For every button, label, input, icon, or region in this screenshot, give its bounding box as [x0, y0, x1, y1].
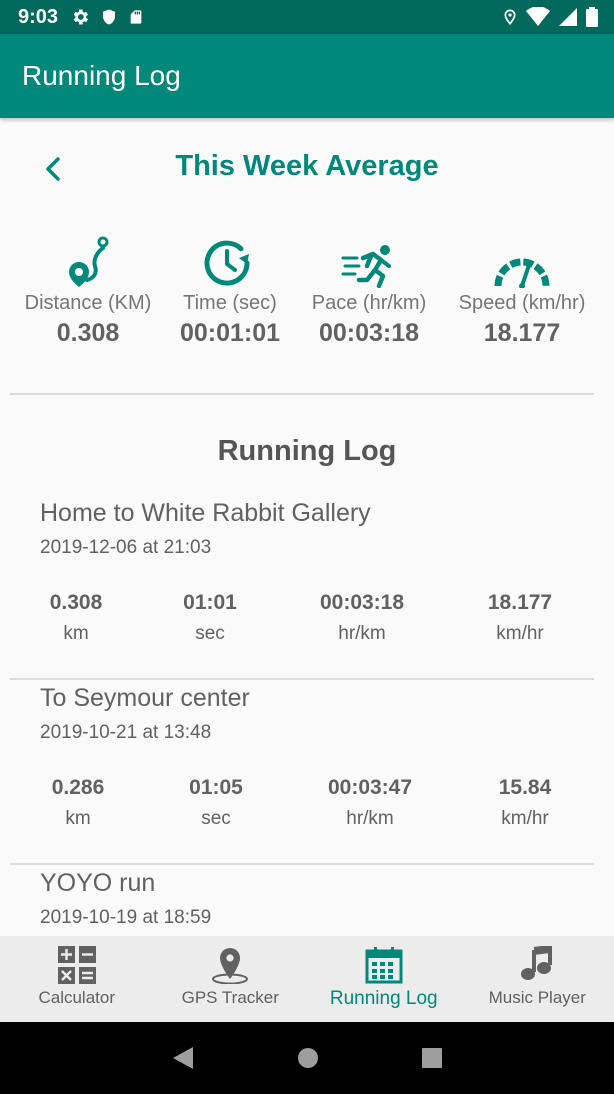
stat-pace: Pace (hr/km) 00:03:18: [289, 236, 449, 348]
metric-value: 18.177: [487, 591, 553, 614]
metric-value: 00:03:18: [319, 591, 405, 614]
entry-metric-speed: 15.84 km/hr: [455, 776, 595, 830]
speedometer-icon: [494, 258, 550, 288]
runner-icon: [341, 245, 391, 288]
signal-icon: [559, 8, 577, 26]
nav-label: Running Log: [329, 988, 438, 1009]
stat-label: Speed (km/hr): [458, 292, 586, 314]
stat-distance: Distance (KM) 0.308: [8, 236, 168, 348]
stat-icon-wrap: [150, 236, 310, 288]
metric-value: 00:03:47: [327, 776, 413, 799]
entry-date: 2019-10-19 at 18:59: [40, 907, 212, 928]
sd-card-icon: [130, 10, 142, 24]
route-pin-icon: [69, 236, 109, 287]
entry-metric-distance: 0.308 km: [6, 591, 146, 645]
nav-label: Music Player: [488, 988, 586, 1007]
nav-item-running-log[interactable]: Running Log: [307, 936, 461, 1022]
entry-date: 2019-12-06 at 21:03: [40, 537, 212, 558]
calculator-icon: [57, 946, 96, 984]
status-left-icons: [70, 7, 144, 27]
metric-unit: km: [65, 808, 91, 829]
week-stats-row: Distance (KM) 0.308 Time (sec) 00:01:01: [0, 218, 614, 393]
metric-value: 0.308: [49, 591, 103, 614]
bottom-navigation: Calculator GPS Tracker Running Log Music…: [0, 936, 614, 1022]
log-entry[interactable]: Home to White Rabbit Gallery 2019-12-06 …: [0, 495, 614, 680]
status-right-icons: [502, 7, 598, 27]
stat-icon-wrap: [442, 236, 602, 288]
metric-unit: hr/km: [338, 623, 386, 644]
nav-label: GPS Tracker: [181, 988, 279, 1007]
stat-label: Distance (KM): [24, 292, 152, 314]
nav-label: Calculator: [38, 988, 116, 1007]
entry-name: Home to White Rabbit Gallery: [40, 499, 371, 527]
metric-unit: sec: [201, 808, 231, 829]
running-log-title: Running Log: [217, 435, 397, 467]
entry-metric-time: 01:01 sec: [140, 591, 280, 645]
log-entry[interactable]: To Seymour center 2019-10-21 at 13:48 0.…: [0, 680, 614, 865]
app-bar: Running Log: [0, 34, 614, 118]
stat-time: Time (sec) 00:01:01: [150, 236, 310, 348]
home-circle-icon[interactable]: [297, 1047, 319, 1069]
entry-metric-pace: 00:03:47 hr/km: [300, 776, 440, 830]
recents-square-icon[interactable]: [421, 1047, 443, 1069]
entry-metric-distance: 0.286 km: [8, 776, 148, 830]
entry-date: 2019-10-21 at 13:48: [40, 722, 212, 743]
nav-item-gps-tracker[interactable]: GPS Tracker: [154, 936, 308, 1022]
system-navigation-bar: [0, 1022, 614, 1094]
app-root: 9:03 Running Log This Week Average Dista…: [0, 0, 614, 1094]
stat-icon-wrap: [8, 236, 168, 288]
entry-metric-speed: 18.177 km/hr: [450, 591, 590, 645]
stat-value: 0.308: [56, 319, 120, 347]
metric-value: 01:05: [189, 776, 243, 799]
metric-unit: hr/km: [346, 808, 394, 829]
log-entry[interactable]: YOYO run 2019-10-19 at 18:59: [0, 865, 614, 936]
stat-value: 18.177: [483, 319, 561, 347]
music-note-icon: [521, 946, 553, 980]
stat-label: Pace (hr/km): [311, 292, 427, 314]
metric-unit: km/hr: [501, 808, 549, 829]
back-triangle-icon[interactable]: [171, 1045, 195, 1071]
metric-value: 01:01: [183, 591, 237, 614]
stat-label: Time (sec): [183, 292, 277, 314]
stat-icon-wrap: [289, 236, 449, 288]
stat-value: 00:03:18: [318, 319, 420, 347]
nav-item-calculator[interactable]: Calculator: [0, 936, 154, 1022]
metric-unit: km/hr: [496, 623, 544, 644]
metric-value: 15.84: [498, 776, 552, 799]
map-pin-icon: [212, 948, 249, 984]
main-content[interactable]: This Week Average Distance (KM) 0.308 Ti…: [0, 118, 614, 936]
shield-icon: [103, 9, 116, 25]
wifi-icon: [526, 7, 550, 26]
clock-icon: [204, 240, 250, 286]
entry-name: To Seymour center: [40, 684, 250, 712]
stat-speed: Speed (km/hr) 18.177: [442, 236, 602, 348]
metric-value: 0.286: [51, 776, 105, 799]
status-bar: 9:03: [0, 0, 614, 34]
entry-name: YOYO run: [40, 869, 156, 897]
calendar-icon: [365, 947, 403, 984]
status-time: 9:03: [18, 5, 59, 28]
gear-icon: [73, 9, 89, 25]
metric-unit: km: [63, 623, 89, 644]
battery-icon: [586, 7, 598, 27]
location-icon: [504, 9, 516, 25]
nav-item-music-player[interactable]: Music Player: [461, 936, 614, 1022]
entry-metric-time: 01:05 sec: [146, 776, 286, 830]
week-average-header: This Week Average: [0, 118, 614, 218]
metric-unit: sec: [195, 623, 225, 644]
entry-metric-pace: 00:03:18 hr/km: [292, 591, 432, 645]
app-bar-title: Running Log: [22, 60, 181, 91]
stat-value: 00:01:01: [179, 319, 281, 347]
week-average-title: This Week Average: [175, 150, 439, 182]
